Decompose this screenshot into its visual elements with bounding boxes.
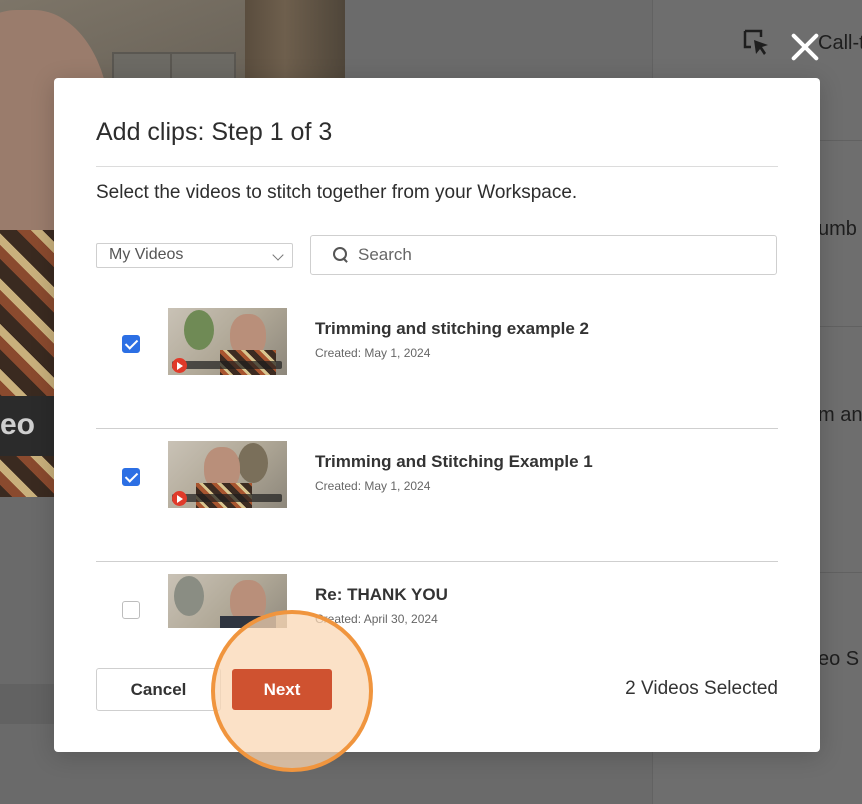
background-panel-divider	[818, 140, 862, 141]
chevron-down-icon	[272, 249, 284, 261]
selected-count: 2 Videos Selected	[625, 678, 778, 699]
video-title: Re: THANK YOU	[315, 585, 448, 604]
play-icon	[172, 358, 187, 373]
video-list[interactable]: Trimming and stitching example 2 Created…	[96, 296, 778, 628]
video-source-select[interactable]: My Videos	[96, 243, 293, 268]
cancel-button[interactable]: Cancel	[96, 668, 221, 711]
next-button[interactable]: Next	[232, 669, 332, 710]
video-list-item[interactable]: Trimming and stitching example 2 Created…	[96, 296, 778, 429]
video-created-date: Created: May 1, 2024	[315, 479, 431, 493]
background-panel-label: umb	[818, 218, 857, 240]
video-list-item[interactable]: Trimming and Stitching Example 1 Created…	[96, 429, 778, 562]
video-created-date: Created: May 1, 2024	[315, 346, 431, 360]
video-thumbnail	[168, 441, 287, 508]
search-box[interactable]	[310, 235, 777, 275]
background-panel-divider	[818, 326, 862, 327]
dialog-description: Select the videos to stitch together fro…	[96, 182, 578, 203]
video-title: Trimming and stitching example 2	[315, 319, 589, 338]
video-select-checkbox[interactable]	[122, 601, 140, 619]
pointer-select-icon	[743, 29, 768, 55]
background-panel-label: eo S	[818, 648, 860, 670]
video-list-item[interactable]: Re: THANK YOU Created: April 30, 2024	[96, 562, 778, 628]
background-panel-divider	[818, 572, 862, 573]
video-title: Trimming and Stitching Example 1	[315, 452, 593, 471]
background-panel-label: m an	[818, 404, 862, 426]
search-icon	[333, 247, 349, 263]
background-video-caption: eo	[0, 396, 60, 456]
video-thumbnail	[168, 308, 287, 375]
close-icon[interactable]	[786, 28, 824, 66]
search-input[interactable]	[358, 245, 758, 265]
dialog-title: Add clips: Step 1 of 3	[96, 118, 333, 146]
video-select-checkbox[interactable]	[122, 468, 140, 486]
title-divider	[96, 166, 778, 167]
play-icon	[172, 491, 187, 506]
add-clips-dialog: Add clips: Step 1 of 3 Select the videos…	[54, 78, 820, 772]
video-source-value: My Videos	[109, 246, 184, 263]
video-select-checkbox[interactable]	[122, 335, 140, 353]
